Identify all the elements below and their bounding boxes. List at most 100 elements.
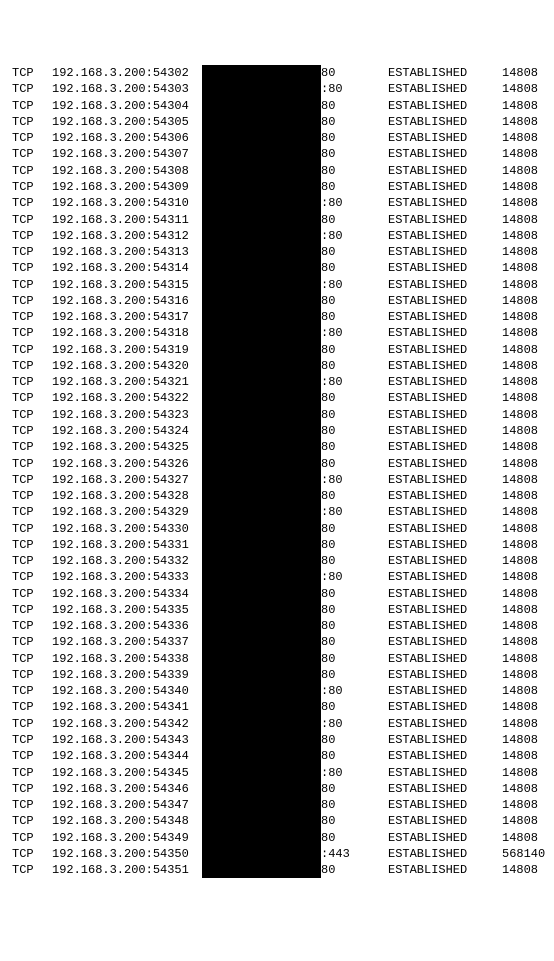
state-cell: ESTABLISHED xyxy=(388,114,502,130)
redacted-foreign-host xyxy=(202,472,321,488)
foreign-port-cell: 80 xyxy=(321,748,388,764)
connection-row: TCP192.168.3.200:54318:80ESTABLISHED1480… xyxy=(0,325,554,341)
local-address-cell: 192.168.3.200:54318 xyxy=(52,325,202,341)
connection-row: TCP192.168.3.200:5432680ESTABLISHED14808 xyxy=(0,456,554,472)
foreign-port-cell: :80 xyxy=(321,228,388,244)
foreign-port-cell: 80 xyxy=(321,179,388,195)
pid-cell: 14808 xyxy=(502,862,554,878)
foreign-port-cell: 80 xyxy=(321,732,388,748)
local-address-cell: 192.168.3.200:54337 xyxy=(52,634,202,650)
protocol-cell: TCP xyxy=(0,407,52,423)
protocol-cell: TCP xyxy=(0,699,52,715)
protocol-cell: TCP xyxy=(0,521,52,537)
foreign-port-cell: 80 xyxy=(321,130,388,146)
state-cell: ESTABLISHED xyxy=(388,699,502,715)
state-cell: ESTABLISHED xyxy=(388,293,502,309)
pid-cell: 14808 xyxy=(502,618,554,634)
protocol-cell: TCP xyxy=(0,98,52,114)
local-address-cell: 192.168.3.200:54323 xyxy=(52,407,202,423)
connection-row: TCP192.168.3.200:54342:80ESTABLISHED1480… xyxy=(0,716,554,732)
redacted-foreign-host xyxy=(202,716,321,732)
pid-cell: 14808 xyxy=(502,586,554,602)
protocol-cell: TCP xyxy=(0,765,52,781)
connection-row: TCP192.168.3.200:54327:80ESTABLISHED1480… xyxy=(0,472,554,488)
redacted-foreign-host xyxy=(202,699,321,715)
connection-row: TCP192.168.3.200:54350:443ESTABLISHED568… xyxy=(0,846,554,862)
foreign-port-cell: 80 xyxy=(321,521,388,537)
connection-row: TCP192.168.3.200:5431680ESTABLISHED14808 xyxy=(0,293,554,309)
state-cell: ESTABLISHED xyxy=(388,130,502,146)
connection-row: TCP192.168.3.200:5430680ESTABLISHED14808 xyxy=(0,130,554,146)
connection-row: TCP192.168.3.200:5433680ESTABLISHED14808 xyxy=(0,618,554,634)
redacted-foreign-host xyxy=(202,130,321,146)
foreign-port-cell: 80 xyxy=(321,439,388,455)
pid-cell: 14808 xyxy=(502,748,554,764)
state-cell: ESTABLISHED xyxy=(388,862,502,878)
pid-cell: 568140 xyxy=(502,846,554,862)
connection-row: TCP192.168.3.200:5431980ESTABLISHED14808 xyxy=(0,342,554,358)
local-address-cell: 192.168.3.200:54341 xyxy=(52,699,202,715)
protocol-cell: TCP xyxy=(0,569,52,585)
local-address-cell: 192.168.3.200:54350 xyxy=(52,846,202,862)
state-cell: ESTABLISHED xyxy=(388,98,502,114)
protocol-cell: TCP xyxy=(0,504,52,520)
foreign-port-cell: 80 xyxy=(321,797,388,813)
local-address-cell: 192.168.3.200:54348 xyxy=(52,813,202,829)
connection-row: TCP192.168.3.200:5430780ESTABLISHED14808 xyxy=(0,146,554,162)
foreign-port-cell: 80 xyxy=(321,65,388,81)
redacted-foreign-host xyxy=(202,374,321,390)
foreign-port-cell: 80 xyxy=(321,212,388,228)
connection-row: TCP192.168.3.200:5434880ESTABLISHED14808 xyxy=(0,813,554,829)
redacted-foreign-host xyxy=(202,748,321,764)
local-address-cell: 192.168.3.200:54312 xyxy=(52,228,202,244)
redacted-foreign-host xyxy=(202,390,321,406)
foreign-port-cell: 80 xyxy=(321,244,388,260)
connection-row: TCP192.168.3.200:5432880ESTABLISHED14808 xyxy=(0,488,554,504)
connection-row: TCP192.168.3.200:5431480ESTABLISHED14808 xyxy=(0,260,554,276)
foreign-port-cell: :80 xyxy=(321,683,388,699)
pid-cell: 14808 xyxy=(502,456,554,472)
pid-cell: 14808 xyxy=(502,212,554,228)
foreign-port-cell: 80 xyxy=(321,309,388,325)
redacted-foreign-host xyxy=(202,618,321,634)
state-cell: ESTABLISHED xyxy=(388,244,502,260)
local-address-cell: 192.168.3.200:54330 xyxy=(52,521,202,537)
connection-row: TCP192.168.3.200:54310:80ESTABLISHED1480… xyxy=(0,195,554,211)
state-cell: ESTABLISHED xyxy=(388,390,502,406)
redacted-foreign-host xyxy=(202,846,321,862)
local-address-cell: 192.168.3.200:54334 xyxy=(52,586,202,602)
connection-row: TCP192.168.3.200:5434480ESTABLISHED14808 xyxy=(0,748,554,764)
connection-row: TCP192.168.3.200:5434180ESTABLISHED14808 xyxy=(0,699,554,715)
foreign-port-cell: 80 xyxy=(321,651,388,667)
local-address-cell: 192.168.3.200:54344 xyxy=(52,748,202,764)
connection-row: TCP192.168.3.200:5431780ESTABLISHED14808 xyxy=(0,309,554,325)
connection-row: TCP192.168.3.200:5433080ESTABLISHED14808 xyxy=(0,521,554,537)
redacted-foreign-host xyxy=(202,358,321,374)
redacted-foreign-host xyxy=(202,146,321,162)
state-cell: ESTABLISHED xyxy=(388,260,502,276)
foreign-port-cell: 80 xyxy=(321,114,388,130)
protocol-cell: TCP xyxy=(0,439,52,455)
protocol-cell: TCP xyxy=(0,537,52,553)
state-cell: ESTABLISHED xyxy=(388,358,502,374)
foreign-port-cell: 80 xyxy=(321,602,388,618)
redacted-foreign-host xyxy=(202,309,321,325)
redacted-foreign-host xyxy=(202,228,321,244)
redacted-foreign-host xyxy=(202,765,321,781)
pid-cell: 14808 xyxy=(502,521,554,537)
protocol-cell: TCP xyxy=(0,358,52,374)
pid-cell: 14808 xyxy=(502,537,554,553)
state-cell: ESTABLISHED xyxy=(388,439,502,455)
pid-cell: 14808 xyxy=(502,98,554,114)
protocol-cell: TCP xyxy=(0,325,52,341)
local-address-cell: 192.168.3.200:54313 xyxy=(52,244,202,260)
protocol-cell: TCP xyxy=(0,390,52,406)
local-address-cell: 192.168.3.200:54306 xyxy=(52,130,202,146)
foreign-port-cell: 80 xyxy=(321,358,388,374)
foreign-port-cell: 80 xyxy=(321,862,388,878)
pid-cell: 14808 xyxy=(502,65,554,81)
state-cell: ESTABLISHED xyxy=(388,228,502,244)
local-address-cell: 192.168.3.200:54320 xyxy=(52,358,202,374)
redacted-foreign-host xyxy=(202,521,321,537)
connection-row: TCP192.168.3.200:5430880ESTABLISHED14808 xyxy=(0,163,554,179)
